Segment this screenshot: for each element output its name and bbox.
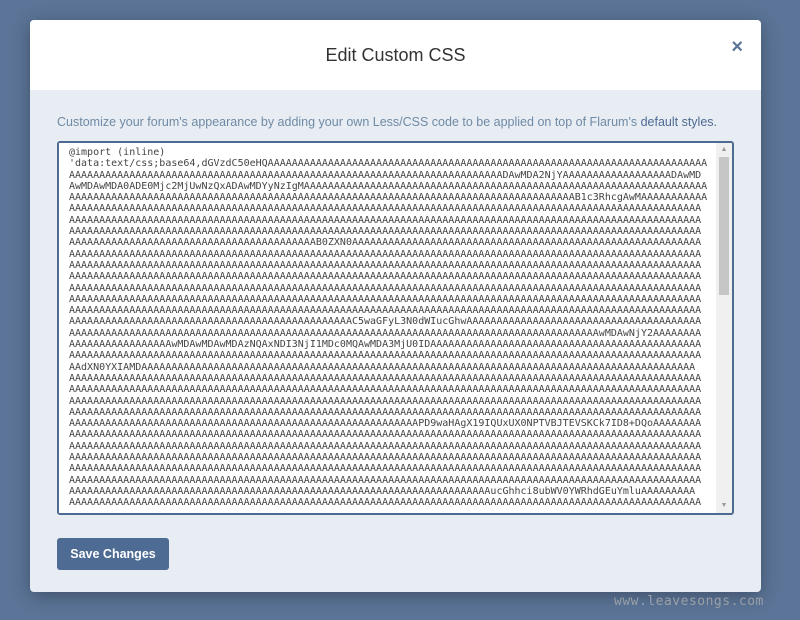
description: Customize your forum's appearance by add… xyxy=(57,115,717,129)
css-code-line: AwMDAwMDA0ADE0Mjc2MjUwNzQxADAwMDYyNzIgMA… xyxy=(69,180,708,192)
watermark: www.leavesongs.com xyxy=(614,594,764,609)
css-code-line: AAAAAAAAAAAAAAAAAAAAAAAAAAAAAAAAAAAAAAAA… xyxy=(69,316,702,328)
css-code-line: 'data:text/css;base64,dGVzdC50eHQAAAAAAA… xyxy=(69,158,708,170)
close-icon[interactable]: × xyxy=(731,36,743,59)
css-code-line: AAAAAAAAAAAAAAAAAAAAAAAAAAAAAAAAAAAAAAAA… xyxy=(69,372,702,384)
save-changes-button[interactable]: Save Changes xyxy=(57,538,169,570)
css-code-line: AAAAAAAAAAAAAAAAAAAAAAAAAAAAAAAAAAAAAAAA… xyxy=(69,192,708,204)
css-code-line: AAAAAAAAAAAAAAAAAAAAAAAAAAAAAAAAAAAAAAAA… xyxy=(69,237,702,249)
css-code-line: AAAAAAAAAAAAAAAAAAAAAAAAAAAAAAAAAAAAAAAA… xyxy=(69,248,702,260)
scroll-down-arrow-icon[interactable]: ▼ xyxy=(716,499,732,513)
css-code-line: @import (inline) xyxy=(69,147,166,158)
edit-custom-css-modal: Edit Custom CSS × Customize your forum's… xyxy=(30,20,761,592)
css-code-line: AAAAAAAAAAAAAAAAAAAAAAAAAAAAAAAAAAAAAAAA… xyxy=(69,452,702,464)
css-code-line: AAAAAAAAAAAAAAAAAAAAAAAAAAAAAAAAAAAAAAAA… xyxy=(69,203,702,215)
css-code-line: AAAAAAAAAAAAAAAAAAAAAAAAAAAAAAAAAAAAAAAA… xyxy=(69,463,702,475)
css-code-line: AAAAAAAAAAAAAAAAAAAAAAAAAAAAAAAAAAAAAAAA… xyxy=(69,440,702,452)
css-code-line: AAAAAAAAAAAAAAAAAAAAAAAAAAAAAAAAAAAAAAAA… xyxy=(69,226,702,238)
css-code-line: AAAAAAAAAAAAAAAAAwMDAwMDAwMDAzNQAxNDI3Nj… xyxy=(69,339,702,351)
css-code-line: AAAAAAAAAAAAAAAAAAAAAAAAAAAAAAAAAAAAAAAA… xyxy=(69,395,702,407)
css-code-line: AAAAAAAAAAAAAAAAAAAAAAAAAAAAAAAAAAAAAAAA… xyxy=(69,259,702,271)
css-code-line: AAAAAAAAAAAAAAAAAAAAAAAAAAAAAAAAAAAAAAAA… xyxy=(69,169,702,181)
description-text: Customize your forum's appearance by add… xyxy=(57,115,641,129)
custom-css-editor: @import (inline)'data:text/css;base64,dG… xyxy=(57,141,734,515)
css-code-line: AAAAAAAAAAAAAAAAAAAAAAAAAAAAAAAAAAAAAAAA… xyxy=(69,350,702,362)
css-code-line: AAAAAAAAAAAAAAAAAAAAAAAAAAAAAAAAAAAAAAAA… xyxy=(69,282,702,294)
modal-header: Edit Custom CSS × xyxy=(30,20,761,90)
modal-title: Edit Custom CSS xyxy=(325,45,466,65)
custom-css-textarea[interactable]: @import (inline)'data:text/css;base64,dG… xyxy=(59,143,717,513)
default-styles-link[interactable]: default styles. xyxy=(641,115,717,129)
css-code-line: AAAAAAAAAAAAAAAAAAAAAAAAAAAAAAAAAAAAAAAA… xyxy=(69,271,702,283)
css-code-line: AAAAAAAAAAAAAAAAAAAAAAAAAAAAAAAAAAAAAAAA… xyxy=(69,497,702,509)
css-code-line: AAAAAAAAAAAAAAAAAAAAAAAAAAAAAAAAAAAAAAAA… xyxy=(69,485,696,497)
css-code-line: AAAAAAAAAAAAAAAAAAAAAAAAAAAAAAAAAAAAAAAA… xyxy=(69,384,702,396)
css-code-line: AAAAAAAAAAAAAAAAAAAAAAAAAAAAAAAAAAAAAAAA… xyxy=(69,305,702,317)
css-code-line: AAAAAAAAAAAAAAAAAAAAAAAAAAAAAAAAAAAAAAAA… xyxy=(69,214,702,226)
textarea-scrollbar[interactable]: ▲ ▼ xyxy=(716,143,732,513)
css-code-line: AAAAAAAAAAAAAAAAAAAAAAAAAAAAAAAAAAAAAAAA… xyxy=(69,474,702,486)
css-code-line: AAAAAAAAAAAAAAAAAAAAAAAAAAAAAAAAAAAAAAAA… xyxy=(69,418,702,430)
backdrop xyxy=(0,0,800,20)
scroll-up-arrow-icon[interactable]: ▲ xyxy=(716,143,732,157)
css-code-line: AAAAAAAAAAAAAAAAAAAAAAAAAAAAAAAAAAAAAAAA… xyxy=(69,293,702,305)
scrollbar-thumb[interactable] xyxy=(719,157,729,295)
css-code-line: AAAAAAAAAAAAAAAAAAAAAAAAAAAAAAAAAAAAAAAA… xyxy=(69,406,702,418)
css-code-line: AAdXN0YXIAMDAAAAAAAAAAAAAAAAAAAAAAAAAAAA… xyxy=(69,361,696,373)
css-code-line: AAAAAAAAAAAAAAAAAAAAAAAAAAAAAAAAAAAAAAAA… xyxy=(69,327,702,339)
css-code-line: AAAAAAAAAAAAAAAAAAAAAAAAAAAAAAAAAAAAAAAA… xyxy=(69,429,702,441)
